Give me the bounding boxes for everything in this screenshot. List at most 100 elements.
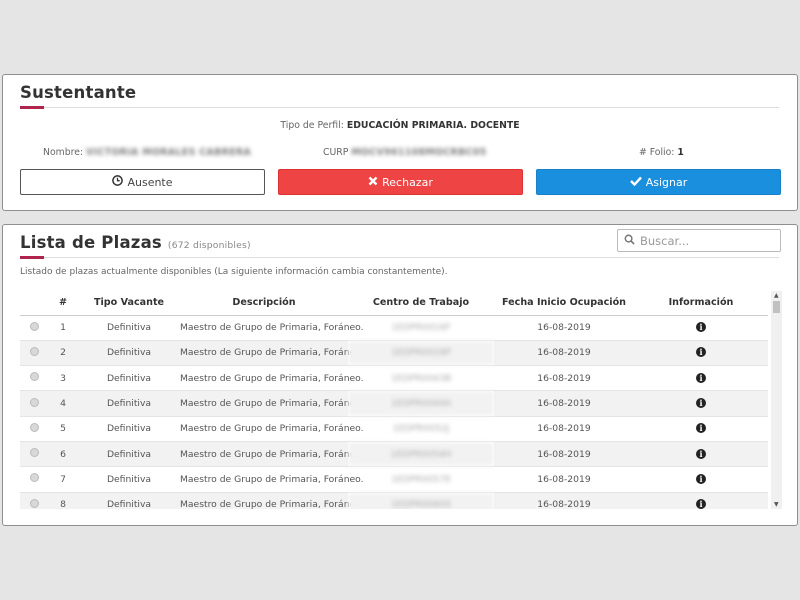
table-row[interactable]: 3 Definitiva Maestro de Grupo de Primaria,… xyxy=(20,365,768,392)
header-num: # xyxy=(48,291,78,316)
table-row[interactable]: 7 Definitiva Maestro de Grupo de Primaria,… xyxy=(20,466,768,493)
row-select-radio[interactable] xyxy=(29,498,39,508)
table-row[interactable]: 4 Definitiva Maestro de Grupo de Primaria,… xyxy=(20,390,768,417)
header-select xyxy=(20,291,48,316)
plazas-count: (672 disponibles) xyxy=(167,240,251,251)
row-centro: 1EDPR0044A xyxy=(348,390,494,417)
row-descripcion: Maestro de Grupo de Primaria, Foráneo. xyxy=(180,416,364,442)
plazas-table-container[interactable]: # Tipo Vacante Descripción Centro de Tra… xyxy=(20,291,782,509)
nombre-label: Nombre: xyxy=(43,147,84,158)
row-num: 1 xyxy=(48,315,78,341)
row-tipo: Definitiva xyxy=(78,466,180,493)
search-box[interactable] xyxy=(617,229,781,252)
info-icon[interactable]: i xyxy=(696,398,706,409)
row-info: i xyxy=(634,365,768,392)
row-radio xyxy=(20,365,48,392)
row-descripcion: Maestro de Grupo de Primaria, Foráneo. xyxy=(180,390,364,417)
ausente-label: Ausente xyxy=(127,175,173,189)
row-descripcion: Maestro de Grupo de Primaria, Foráneo. xyxy=(180,492,364,509)
heading-divider xyxy=(20,257,779,258)
row-fecha: 16-08-2019 xyxy=(494,340,634,367)
search-input[interactable] xyxy=(640,233,775,248)
folio-line: # Folio: 1 xyxy=(639,147,684,158)
perfil-line: Tipo de Perfil: EDUCACIÓN PRIMARIA. DOCE… xyxy=(3,120,797,131)
folio-label: # Folio: xyxy=(639,147,675,158)
row-centro: 1EDPR0057E xyxy=(348,466,494,493)
scroll-up-icon[interactable]: ▲ xyxy=(774,292,779,299)
row-radio xyxy=(20,466,48,493)
row-centro: 1EDPR0043B xyxy=(348,365,494,392)
info-icon[interactable]: i xyxy=(696,448,706,459)
table-scrollbar[interactable]: ▲ ▼ xyxy=(771,291,782,509)
row-fecha: 16-08-2019 xyxy=(494,416,634,442)
row-select-radio[interactable] xyxy=(29,422,39,432)
header-fecha: Fecha Inicio Ocupación xyxy=(494,291,634,316)
info-icon[interactable]: i xyxy=(696,347,706,358)
row-fecha: 16-08-2019 xyxy=(494,492,634,509)
nombre-value: VICTORIA MORALES CABRERA xyxy=(86,147,252,158)
table-row[interactable]: 6 Definitiva Maestro de Grupo de Primaria,… xyxy=(20,441,768,468)
plazas-description: Listado de plazas actualmente disponible… xyxy=(20,267,448,277)
row-select-radio[interactable] xyxy=(29,372,39,382)
rechazar-button[interactable]: Rechazar xyxy=(278,169,523,195)
info-icon[interactable]: i xyxy=(696,322,706,333)
header-descripcion: Descripción xyxy=(180,291,348,316)
close-icon xyxy=(368,176,378,189)
header-informacion: Información xyxy=(634,291,768,316)
table-row[interactable]: 1 Definitiva Maestro de Grupo de Primaria,… xyxy=(20,315,768,341)
row-num: 2 xyxy=(48,340,78,367)
row-radio xyxy=(20,390,48,417)
folio-value: 1 xyxy=(677,147,684,158)
row-descripcion: Maestro de Grupo de Primaria, Foráneo. xyxy=(180,365,364,392)
asignar-label: Asignar xyxy=(645,175,688,189)
plazas-panel: Lista de Plazas (672 disponibles) Listad… xyxy=(2,224,798,526)
row-fecha: 16-08-2019 xyxy=(494,390,634,417)
perfil-label: Tipo de Perfil: xyxy=(280,120,344,131)
heading-accent xyxy=(20,256,44,259)
scroll-down-icon[interactable]: ▼ xyxy=(774,501,779,508)
row-info: i xyxy=(634,390,768,417)
table-row[interactable]: 8 Definitiva Maestro de Grupo de Primaria,… xyxy=(20,492,768,509)
row-tipo: Definitiva xyxy=(78,315,180,341)
clock-icon xyxy=(112,175,124,189)
row-select-radio[interactable] xyxy=(29,448,39,458)
table-row[interactable]: 2 Definitiva Maestro de Grupo de Primaria,… xyxy=(20,340,768,367)
row-select-radio[interactable] xyxy=(29,346,39,356)
scrollbar-thumb[interactable] xyxy=(773,301,780,313)
row-select-radio[interactable] xyxy=(29,397,39,407)
row-info: i xyxy=(634,340,768,367)
row-info: i xyxy=(634,492,768,509)
row-info: i xyxy=(634,416,768,442)
row-select-radio[interactable] xyxy=(29,473,39,483)
row-tipo: Definitiva xyxy=(78,492,180,509)
info-icon[interactable]: i xyxy=(696,372,706,383)
row-num: 8 xyxy=(48,492,78,509)
info-icon[interactable]: i xyxy=(696,499,706,509)
header-tipo: Tipo Vacante xyxy=(78,291,180,316)
nombre-line: Nombre: VICTORIA MORALES CABRERA xyxy=(43,147,251,158)
row-info: i xyxy=(634,315,768,341)
row-select-radio[interactable] xyxy=(29,321,39,331)
ausente-button[interactable]: Ausente xyxy=(20,169,265,195)
row-centro: 1EDPR0054H xyxy=(348,441,494,468)
table-row[interactable]: 5 Definitiva Maestro de Grupo de Primaria,… xyxy=(20,416,768,442)
heading-accent xyxy=(20,106,44,109)
sustentante-title: Sustentante xyxy=(20,83,137,102)
row-fecha: 16-08-2019 xyxy=(494,315,634,341)
asignar-button[interactable]: Asignar xyxy=(536,169,781,195)
row-centro: 1EDPR0052J xyxy=(348,416,494,442)
row-radio xyxy=(20,441,48,468)
info-icon[interactable]: i xyxy=(696,473,706,484)
row-descripcion: Maestro de Grupo de Primaria, Foráneo. xyxy=(180,315,364,341)
row-radio xyxy=(20,492,48,509)
row-descripcion: Maestro de Grupo de Primaria, Foráneo. xyxy=(180,441,364,468)
row-descripcion: Maestro de Grupo de Primaria, Foráneo. xyxy=(180,340,364,367)
row-num: 5 xyxy=(48,416,78,442)
row-centro: 1EDPR0018P xyxy=(348,340,494,367)
info-icon[interactable]: i xyxy=(696,423,706,434)
row-info: i xyxy=(634,466,768,493)
rechazar-label: Rechazar xyxy=(382,175,433,189)
row-centro: 1EDPR0060S xyxy=(348,492,494,509)
row-info: i xyxy=(634,441,768,468)
curp-value: MOCV961108MOCRBC05 xyxy=(351,147,487,158)
